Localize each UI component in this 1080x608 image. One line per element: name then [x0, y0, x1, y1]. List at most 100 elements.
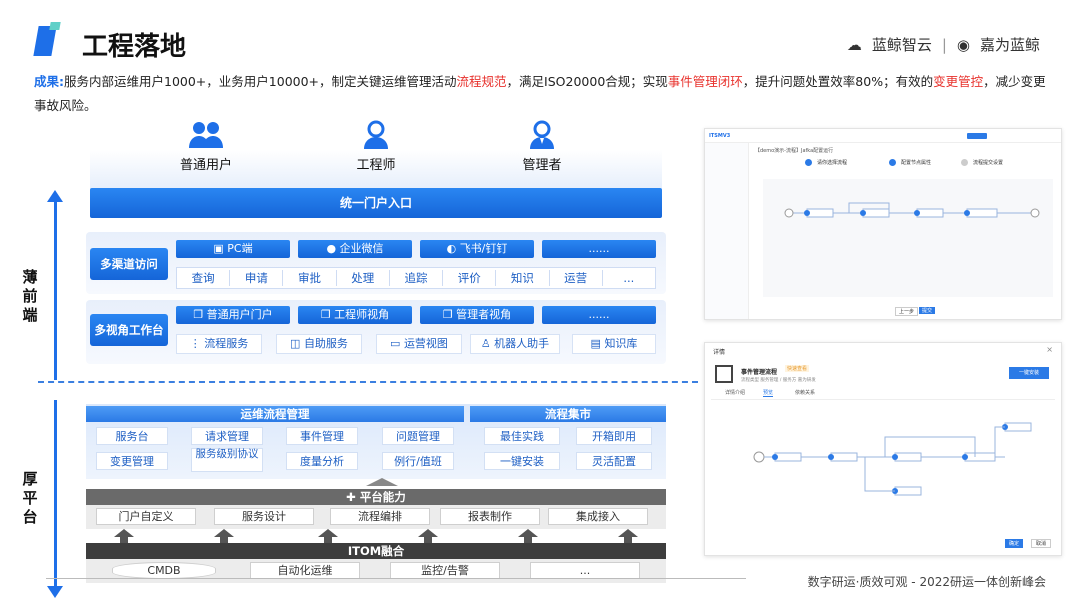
prev-button[interactable]: 上一步	[895, 307, 919, 316]
users-group-icon	[189, 122, 223, 148]
service-label: 运营视图	[403, 337, 448, 350]
engineer-icon	[364, 120, 388, 149]
up-arrow-icon	[518, 529, 538, 537]
slide: 工程落地 ☁ 蓝鲸智云 | ◉ 嘉为蓝鲸 成果:服务内部运维用户1000+，业务…	[0, 0, 1080, 608]
title-accent	[33, 26, 57, 56]
flow-canvas[interactable]	[763, 179, 1053, 297]
market-item[interactable]: 一键安装	[484, 452, 560, 470]
action-item[interactable]: 审批	[283, 270, 337, 286]
pc-icon: ▣	[213, 242, 228, 255]
market-item[interactable]: 开箱即用	[576, 427, 652, 445]
title-accent-small	[49, 22, 61, 30]
view-more[interactable]: ......	[542, 306, 656, 324]
ops-item[interactable]: 服务级别协议	[191, 448, 263, 472]
ops-item[interactable]: 例行/值班	[382, 452, 454, 470]
unified-portal[interactable]: 统一门户入口	[90, 188, 662, 218]
view-engineer[interactable]: ❐ 工程师视角	[298, 306, 412, 324]
tab-preview[interactable]: 预览	[763, 389, 774, 397]
service-flow[interactable]: ⋮ 流程服务	[176, 334, 262, 354]
tab-deps[interactable]: 依赖关系	[795, 389, 815, 396]
itom-title: ITOM融合	[86, 543, 666, 559]
channel-feishu[interactable]: ◐ 飞书/钉钉	[420, 240, 534, 258]
view-manager[interactable]: ❐ 管理者视角	[420, 306, 534, 324]
wecom-icon: ●	[326, 242, 340, 255]
editor-top-button[interactable]	[967, 133, 987, 139]
channel-more[interactable]: ......	[542, 240, 656, 258]
ops-item[interactable]: 请求管理	[191, 427, 263, 445]
tab-intro[interactable]: 详情介绍	[725, 389, 745, 396]
brand-logos: ☁ 蓝鲸智云 | ◉ 嘉为蓝鲸	[847, 34, 1040, 55]
multi-view-label: 多视角工作台	[90, 314, 168, 346]
flow-tag: 快速查看	[785, 365, 810, 372]
action-item[interactable]: 查询	[177, 270, 231, 286]
ops-item[interactable]: 服务台	[96, 427, 168, 445]
confirm-button[interactable]: 确定	[1005, 539, 1024, 548]
service-ops-view[interactable]: ▭ 运营视图	[376, 334, 462, 354]
close-icon[interactable]: ×	[1046, 345, 1053, 354]
platform-item[interactable]: 门户自定义	[96, 508, 196, 525]
robot-icon: ♙	[480, 337, 495, 350]
action-item[interactable]: 追踪	[390, 270, 444, 286]
step3: 流程提交设置	[973, 160, 1004, 166]
result-highlight: 变更管控	[933, 74, 984, 89]
ops-item[interactable]: 事件管理	[286, 427, 358, 445]
platform-item[interactable]: 集成接入	[548, 508, 648, 525]
itom-item[interactable]: 自动化运维	[250, 562, 360, 579]
action-item[interactable]: 申请	[230, 270, 284, 286]
result-lead: 成果:	[34, 74, 64, 89]
itom-item-cmdb[interactable]: CMDB	[112, 562, 216, 579]
brand1: 蓝鲸智云	[871, 36, 932, 54]
service-self[interactable]: ◫ 自助服务	[276, 334, 362, 354]
user-label: 管理者	[522, 158, 562, 173]
rail-line-top	[54, 200, 57, 380]
up-arrow-icon	[114, 529, 134, 537]
action-item[interactable]: ...	[603, 271, 655, 285]
editor-sidebar	[705, 143, 749, 319]
view-label: 普通用户门户	[206, 308, 273, 321]
itom-item[interactable]: 监控/告警	[390, 562, 500, 579]
footer-text: 数字研运·质效可观 - 2022研运一体创新峰会	[807, 575, 1046, 589]
window-icon: ❐	[442, 308, 457, 321]
brand-separator: |	[941, 35, 947, 54]
market-item[interactable]: 最佳实践	[484, 427, 560, 445]
ops-item[interactable]: 度量分析	[286, 452, 358, 470]
brand2-logo-icon: ◉	[956, 35, 970, 54]
cancel-button[interactable]: 取消	[1031, 539, 1052, 548]
market-item[interactable]: 灵活配置	[576, 452, 652, 470]
result-text: ，满足ISO20000合规；实现	[506, 74, 668, 89]
flow-preview-diagram	[753, 422, 1032, 496]
cloud-logo-icon: ☁	[846, 35, 862, 54]
platform-item[interactable]: 流程编排	[330, 508, 430, 525]
next-button[interactable]: 提交	[919, 307, 936, 314]
action-item[interactable]: 评价	[443, 270, 497, 286]
editor-topbar: ITSMV3	[705, 129, 1061, 143]
service-kb[interactable]: ▤ 知识库	[572, 334, 656, 354]
footer-line	[46, 578, 746, 579]
service-label: 流程服务	[204, 337, 249, 350]
action-item[interactable]: 知识	[496, 270, 550, 286]
app-name: ITSMV3	[709, 133, 731, 139]
channel-pc[interactable]: ▣ PC端	[176, 240, 290, 258]
channel-label: 企业微信	[339, 242, 384, 255]
channel-wecom[interactable]: ● 企业微信	[298, 240, 412, 258]
itom-item[interactable]: ...	[530, 562, 640, 579]
service-robot[interactable]: ♙ 机器人助手	[470, 334, 560, 354]
flow-name: 事件管理流程	[741, 369, 778, 376]
action-item[interactable]: 运营	[550, 270, 603, 286]
up-arrow-icon	[318, 529, 338, 537]
manager-icon	[530, 120, 554, 149]
platform-item[interactable]: 报表制作	[440, 508, 540, 525]
platform-title-label: 平台能力	[359, 490, 406, 504]
user-manager: 管理者	[502, 120, 582, 173]
ops-item[interactable]: 问题管理	[382, 427, 454, 445]
ops-item[interactable]: 变更管理	[96, 452, 168, 470]
platform-item[interactable]: 服务设计	[214, 508, 314, 525]
view-normal-user[interactable]: ❐ 普通用户门户	[176, 306, 290, 324]
view-label: 工程师视角	[334, 308, 390, 321]
layer-divider	[38, 381, 698, 383]
rail-label-bottom: 厚平台	[22, 470, 38, 526]
window-icon: ❐	[320, 308, 335, 321]
install-button[interactable]: 一键安装	[1009, 367, 1049, 379]
action-item[interactable]: 处理	[337, 270, 390, 286]
user-engineer: 工程师	[336, 120, 416, 173]
